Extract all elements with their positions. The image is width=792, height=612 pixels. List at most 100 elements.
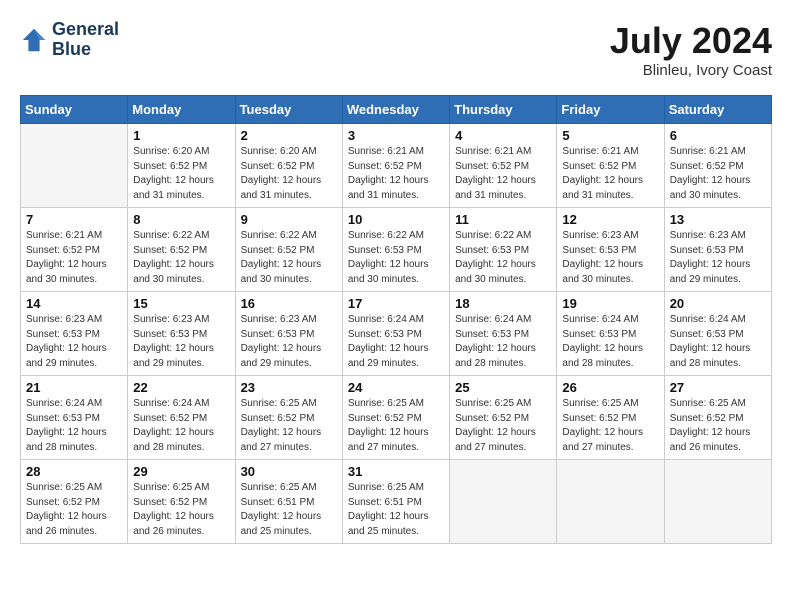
day-info: Sunrise: 6:21 AM Sunset: 6:52 PM Dayligh… — [562, 145, 658, 203]
calendar-cell: 10 Sunrise: 6:22 AM Sunset: 6:53 PM Dayli… — [342, 208, 449, 292]
day-number: 9 — [241, 212, 337, 227]
weekday-header-sunday: Sunday — [21, 96, 128, 124]
day-number: 27 — [670, 380, 766, 395]
calendar-cell: 26 Sunrise: 6:25 AM Sunset: 6:52 PM Dayli… — [557, 376, 664, 460]
day-info: Sunrise: 6:25 AM Sunset: 6:51 PM Dayligh… — [241, 481, 337, 539]
calendar-cell: 20 Sunrise: 6:24 AM Sunset: 6:53 PM Dayli… — [664, 292, 771, 376]
day-number: 1 — [133, 128, 229, 143]
day-info: Sunrise: 6:24 AM Sunset: 6:53 PM Dayligh… — [455, 313, 551, 371]
day-info: Sunrise: 6:22 AM Sunset: 6:52 PM Dayligh… — [241, 229, 337, 287]
calendar-cell: 18 Sunrise: 6:24 AM Sunset: 6:53 PM Dayli… — [450, 292, 557, 376]
calendar-cell: 22 Sunrise: 6:24 AM Sunset: 6:52 PM Dayli… — [128, 376, 235, 460]
day-info: Sunrise: 6:25 AM Sunset: 6:52 PM Dayligh… — [26, 481, 122, 539]
day-number: 22 — [133, 380, 229, 395]
day-number: 7 — [26, 212, 122, 227]
day-info: Sunrise: 6:21 AM Sunset: 6:52 PM Dayligh… — [670, 145, 766, 203]
location: Blinleu, Ivory Coast — [610, 62, 772, 79]
day-info: Sunrise: 6:25 AM Sunset: 6:52 PM Dayligh… — [348, 397, 444, 455]
calendar-table: SundayMondayTuesdayWednesdayThursdayFrid… — [20, 95, 772, 544]
day-number: 23 — [241, 380, 337, 395]
day-info: Sunrise: 6:22 AM Sunset: 6:53 PM Dayligh… — [348, 229, 444, 287]
day-info: Sunrise: 6:25 AM Sunset: 6:51 PM Dayligh… — [348, 481, 444, 539]
calendar-cell: 9 Sunrise: 6:22 AM Sunset: 6:52 PM Daylig… — [235, 208, 342, 292]
calendar-cell — [664, 460, 771, 544]
calendar-cell: 31 Sunrise: 6:25 AM Sunset: 6:51 PM Dayli… — [342, 460, 449, 544]
day-number: 20 — [670, 296, 766, 311]
calendar-cell: 6 Sunrise: 6:21 AM Sunset: 6:52 PM Daylig… — [664, 124, 771, 208]
logo-text: General Blue — [52, 20, 119, 60]
day-info: Sunrise: 6:25 AM Sunset: 6:52 PM Dayligh… — [455, 397, 551, 455]
day-number: 6 — [670, 128, 766, 143]
weekday-header-tuesday: Tuesday — [235, 96, 342, 124]
calendar-cell: 23Sunrise: 6:25 AM Sunset: 6:52 PM Dayli… — [235, 376, 342, 460]
month-year: July 2024 — [610, 20, 772, 62]
day-info: Sunrise: 6:21 AM Sunset: 6:52 PM Dayligh… — [26, 229, 122, 287]
logo-icon — [20, 26, 48, 54]
day-number: 28 — [26, 464, 122, 479]
day-info: Sunrise: 6:24 AM Sunset: 6:53 PM Dayligh… — [26, 397, 122, 455]
calendar-cell: 11Sunrise: 6:22 AM Sunset: 6:53 PM Dayli… — [450, 208, 557, 292]
calendar-cell: 28 Sunrise: 6:25 AM Sunset: 6:52 PM Dayli… — [21, 460, 128, 544]
weekday-header-wednesday: Wednesday — [342, 96, 449, 124]
day-number: 19 — [562, 296, 658, 311]
day-number: 3 — [348, 128, 444, 143]
calendar-cell: 27 Sunrise: 6:25 AM Sunset: 6:52 PM Dayli… — [664, 376, 771, 460]
calendar-cell — [557, 460, 664, 544]
day-info: Sunrise: 6:20 AM Sunset: 6:52 PM Dayligh… — [133, 145, 229, 203]
day-number: 10 — [348, 212, 444, 227]
day-info: Sunrise: 6:24 AM Sunset: 6:53 PM Dayligh… — [670, 313, 766, 371]
calendar-cell: 17Sunrise: 6:24 AM Sunset: 6:53 PM Dayli… — [342, 292, 449, 376]
day-info: Sunrise: 6:25 AM Sunset: 6:52 PM Dayligh… — [670, 397, 766, 455]
calendar-week-row: 7 Sunrise: 6:21 AM Sunset: 6:52 PM Daylig… — [21, 208, 772, 292]
calendar-cell: 14 Sunrise: 6:23 AM Sunset: 6:53 PM Dayli… — [21, 292, 128, 376]
weekday-header-friday: Friday — [557, 96, 664, 124]
day-number: 29 — [133, 464, 229, 479]
day-number: 26 — [562, 380, 658, 395]
day-number: 12 — [562, 212, 658, 227]
weekday-header-thursday: Thursday — [450, 96, 557, 124]
day-info: Sunrise: 6:23 AM Sunset: 6:53 PM Dayligh… — [26, 313, 122, 371]
day-number: 24 — [348, 380, 444, 395]
calendar-week-row: 14 Sunrise: 6:23 AM Sunset: 6:53 PM Dayli… — [21, 292, 772, 376]
day-info: Sunrise: 6:25 AM Sunset: 6:52 PM Dayligh… — [133, 481, 229, 539]
calendar-week-row: 1 Sunrise: 6:20 AM Sunset: 6:52 PM Daylig… — [21, 124, 772, 208]
day-info: Sunrise: 6:21 AM Sunset: 6:52 PM Dayligh… — [455, 145, 551, 203]
day-info: Sunrise: 6:24 AM Sunset: 6:52 PM Dayligh… — [133, 397, 229, 455]
logo: General Blue — [20, 20, 119, 60]
day-number: 31 — [348, 464, 444, 479]
calendar-cell: 16Sunrise: 6:23 AM Sunset: 6:53 PM Dayli… — [235, 292, 342, 376]
calendar-cell: 7 Sunrise: 6:21 AM Sunset: 6:52 PM Daylig… — [21, 208, 128, 292]
calendar-cell: 24 Sunrise: 6:25 AM Sunset: 6:52 PM Dayli… — [342, 376, 449, 460]
day-info: Sunrise: 6:20 AM Sunset: 6:52 PM Dayligh… — [241, 145, 337, 203]
calendar-cell: 4 Sunrise: 6:21 AM Sunset: 6:52 PM Daylig… — [450, 124, 557, 208]
day-number: 17 — [348, 296, 444, 311]
day-info: Sunrise: 6:23 AM Sunset: 6:53 PM Dayligh… — [670, 229, 766, 287]
day-number: 5 — [562, 128, 658, 143]
day-number: 14 — [26, 296, 122, 311]
day-info: Sunrise: 6:23 AM Sunset: 6:53 PM Dayligh… — [241, 313, 337, 371]
day-info: Sunrise: 6:25 AM Sunset: 6:52 PM Dayligh… — [562, 397, 658, 455]
calendar-cell: 29 Sunrise: 6:25 AM Sunset: 6:52 PM Dayli… — [128, 460, 235, 544]
calendar-cell: 15 Sunrise: 6:23 AM Sunset: 6:53 PM Dayli… — [128, 292, 235, 376]
calendar-cell: 30Sunrise: 6:25 AM Sunset: 6:51 PM Dayli… — [235, 460, 342, 544]
day-number: 21 — [26, 380, 122, 395]
day-number: 15 — [133, 296, 229, 311]
day-info: Sunrise: 6:24 AM Sunset: 6:53 PM Dayligh… — [562, 313, 658, 371]
calendar-cell — [21, 124, 128, 208]
calendar-cell: 19 Sunrise: 6:24 AM Sunset: 6:53 PM Dayli… — [557, 292, 664, 376]
weekday-header-saturday: Saturday — [664, 96, 771, 124]
title-block: July 2024 Blinleu, Ivory Coast — [610, 20, 772, 79]
calendar-cell: 2 Sunrise: 6:20 AM Sunset: 6:52 PM Daylig… — [235, 124, 342, 208]
calendar-cell: 12 Sunrise: 6:23 AM Sunset: 6:53 PM Dayli… — [557, 208, 664, 292]
day-number: 2 — [241, 128, 337, 143]
weekday-header-row: SundayMondayTuesdayWednesdayThursdayFrid… — [21, 96, 772, 124]
day-info: Sunrise: 6:23 AM Sunset: 6:53 PM Dayligh… — [562, 229, 658, 287]
day-number: 4 — [455, 128, 551, 143]
day-info: Sunrise: 6:23 AM Sunset: 6:53 PM Dayligh… — [133, 313, 229, 371]
calendar-cell: 13 Sunrise: 6:23 AM Sunset: 6:53 PM Dayli… — [664, 208, 771, 292]
calendar-week-row: 28 Sunrise: 6:25 AM Sunset: 6:52 PM Dayli… — [21, 460, 772, 544]
day-number: 18 — [455, 296, 551, 311]
day-number: 25 — [455, 380, 551, 395]
day-number: 13 — [670, 212, 766, 227]
calendar-cell: 5 Sunrise: 6:21 AM Sunset: 6:52 PM Daylig… — [557, 124, 664, 208]
